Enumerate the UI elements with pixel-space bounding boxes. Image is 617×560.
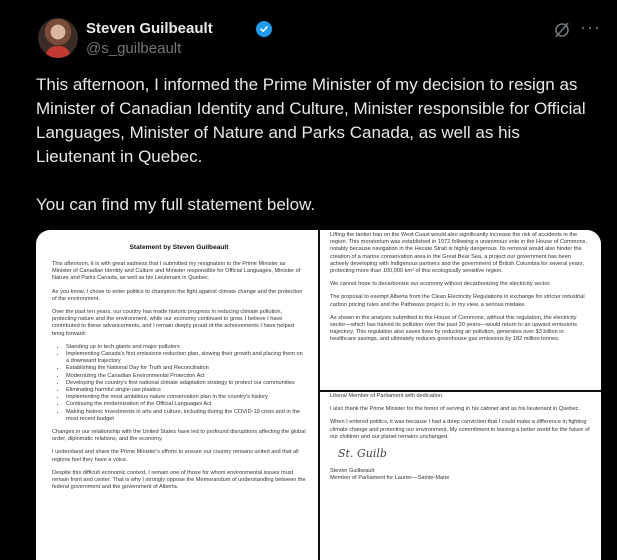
statement-paragraph: This afternoon, it is with great sadness… (52, 261, 301, 282)
tweet-paragraph: You can find my full statement below. (36, 195, 316, 214)
statement-title: Statement by Steven Guilbeault (129, 244, 229, 251)
statement-paragraph: I also thank the Prime Minister for the … (330, 406, 580, 413)
tweet-text: This afternoon, I informed the Prime Min… (36, 73, 602, 217)
statement-paragraph: The proposal to exempt Alberta from the … (330, 294, 585, 308)
list-item: Standing up to tech giants and major pol… (66, 344, 306, 351)
list-item: Developing the country's first national … (66, 380, 306, 387)
statement-paragraph: When I entered politics, it was because … (330, 419, 590, 440)
statement-paragraph: As you know, I chose to enter politics t… (52, 288, 303, 302)
statement-page-left: Statement by Steven Guilbeault This afte… (36, 230, 318, 560)
list-item: Continuing the modernization of the Offi… (66, 401, 306, 408)
list-item: Implementing Canada's first emissions re… (66, 351, 306, 365)
statement-paragraph: I understand and share the Prime Ministe… (52, 449, 299, 463)
avatar[interactable] (38, 18, 78, 58)
signoff-name: Steven Guilbeault (330, 468, 375, 475)
statement-paragraph: We cannot hope to decarbonize our econom… (330, 281, 551, 288)
tweet-header: Steven Guilbeault @s_guilbeault ··· (38, 18, 601, 64)
verified-badge-icon[interactable] (256, 21, 272, 37)
list-item: Modernizing the Canadian Environmental P… (66, 373, 306, 380)
author-handle[interactable]: @s_guilbeault (86, 40, 181, 57)
statement-paragraph: Lifting the tanker ban on the West Coast… (330, 232, 588, 275)
statement-page-right-bottom: Liberal Member of Parliament with dedica… (320, 392, 601, 560)
achievements-list: Standing up to tech giants and major pol… (66, 344, 306, 423)
list-item: Implementing the most ambitious nature c… (66, 394, 306, 401)
list-item: Making historic investments in arts and … (66, 409, 306, 423)
more-icon[interactable]: ··· (580, 18, 601, 36)
statement-paragraph: Over the past ten years, our country has… (52, 309, 294, 337)
author-name[interactable]: Steven Guilbeault (86, 20, 213, 37)
signoff-title: Member of Parliament for Laurier—Sainte-… (330, 475, 450, 482)
signature: St. Guilb (338, 447, 387, 461)
statement-paragraph: As shown in the analysis submitted to th… (330, 314, 577, 343)
grok-icon[interactable] (553, 21, 571, 39)
tweet-paragraph: This afternoon, I informed the Prime Min… (36, 75, 586, 166)
statement-page-right-top: Lifting the tanker ban on the West Coast… (320, 230, 601, 390)
list-item: Eliminating harmful single-use plastics (66, 387, 306, 394)
statement-paragraph: Despite this difficult economic context,… (52, 469, 306, 491)
statement-paragraph: Liberal Member of Parliament with dedica… (330, 393, 444, 399)
statement-image[interactable]: Statement by Steven Guilbeault This afte… (36, 230, 601, 560)
statement-paragraph: Changes in our relationship with the Uni… (52, 429, 306, 443)
list-item: Establishing the National Day for Truth … (66, 365, 306, 372)
